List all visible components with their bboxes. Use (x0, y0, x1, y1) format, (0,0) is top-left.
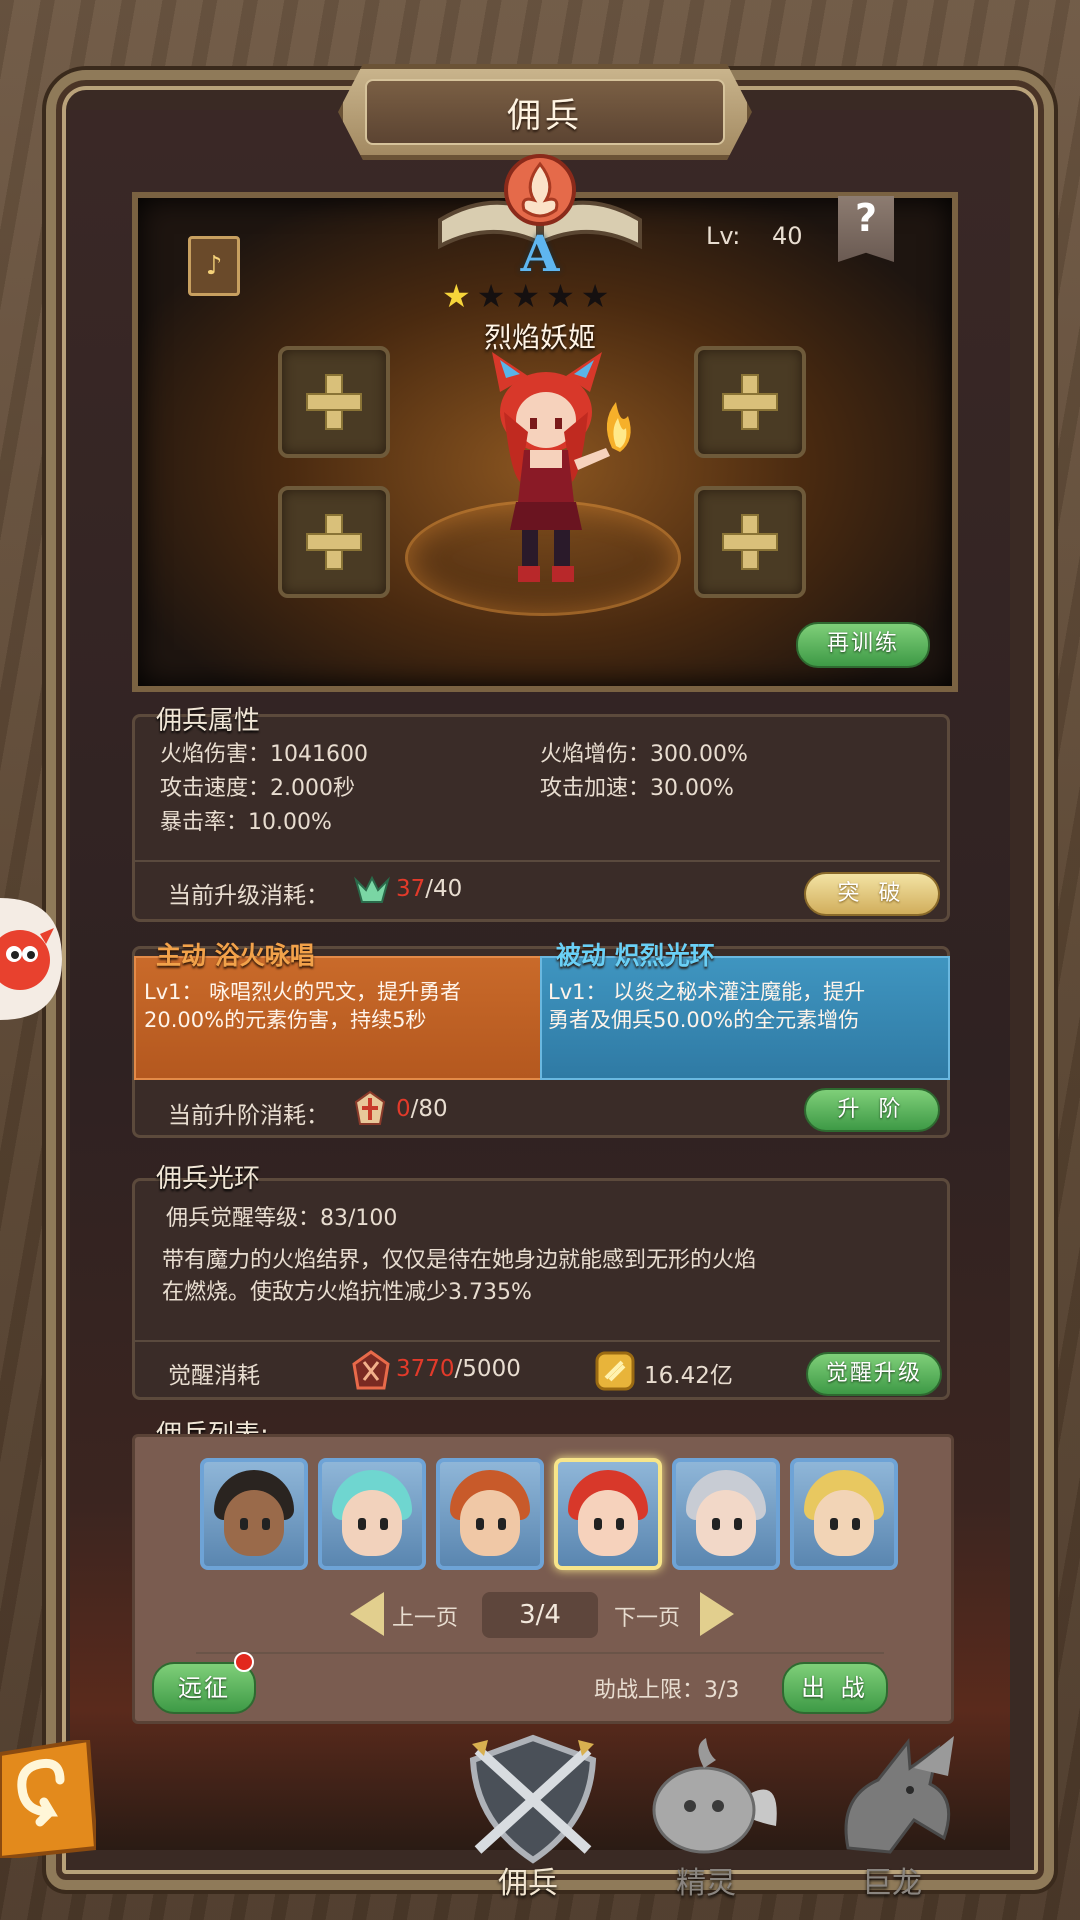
help-icon: ? (854, 196, 878, 240)
mercenary-portrait[interactable] (790, 1458, 898, 1570)
ascend-cost-value: 0/80 (396, 1096, 448, 1122)
mercenary-portrait[interactable] (672, 1458, 780, 1570)
attributes-title: 佣兵属性 (156, 706, 261, 736)
divider (134, 1340, 940, 1342)
star-empty-icon: ★ (476, 277, 506, 315)
equip-slot-top-right[interactable] (694, 346, 806, 458)
awaken-cost-value: 3770/5000 (396, 1356, 521, 1382)
divider (196, 1652, 884, 1654)
back-button[interactable] (0, 1740, 96, 1858)
plus-icon (722, 374, 778, 430)
title-plate: 佣兵 (338, 64, 752, 160)
plus-icon (306, 374, 362, 430)
next-page-button[interactable]: 下一页 (614, 1600, 680, 1632)
plus-icon (306, 514, 362, 570)
active-skill-desc-line1: Lv1： 咏唱烈火的咒文，提升勇者 (144, 980, 462, 1004)
mercenary-tab-icon (469, 1734, 597, 1864)
awaken-upgrade-button[interactable]: 觉醒升级 (806, 1352, 942, 1396)
tab-dragon[interactable]: 巨龙 (862, 1858, 922, 1902)
tab-spirit[interactable]: 精灵 (676, 1858, 736, 1902)
star-empty-icon: ★ (511, 277, 541, 315)
passive-skill-desc-line2: 勇者及佣兵50.00%的全元素增伤 (548, 1008, 860, 1032)
mercenary-portrait[interactable] (318, 1458, 426, 1570)
equip-slot-bottom-left[interactable] (278, 486, 390, 598)
star-empty-icon: ★ (580, 277, 610, 315)
retrain-button[interactable]: 再训练 (796, 622, 930, 668)
ascend-material-icon (354, 1090, 386, 1125)
plus-icon (722, 514, 778, 570)
mercenary-portrait[interactable] (436, 1458, 544, 1570)
stat-crit-rate: 暴击率：10.00% (160, 810, 332, 835)
equip-slot-bottom-right[interactable] (694, 486, 806, 598)
portrait-row (200, 1458, 898, 1570)
gold-coin-icon (595, 1351, 635, 1391)
hero-grade: A (520, 224, 560, 283)
active-skill-title: 主动 浴火咏唱 (156, 941, 315, 970)
breakthrough-button[interactable]: 突 破 (804, 872, 940, 916)
awaken-level: 佣兵觉醒等级：83/100 (166, 1206, 398, 1231)
next-page-arrow-icon[interactable] (700, 1592, 734, 1636)
star-rating: ★ ★ ★ ★ ★ (442, 280, 609, 312)
hero-name: 烈焰妖姬 (483, 321, 596, 354)
stat-fire-boost: 火焰增伤：300.00% (540, 742, 748, 767)
divider (134, 860, 940, 862)
passive-skill-desc-line1: Lv1： 以炎之秘术灌注魔能，提升 (548, 980, 866, 1004)
gold-amount: 16.42亿 (644, 1363, 733, 1389)
star-empty-icon: ★ (546, 277, 575, 315)
page-indicator: 3/4 (482, 1592, 598, 1638)
aura-desc-line1: 带有魔力的火焰结界，仅仅是待在她身边就能感到无形的火焰 (162, 1248, 757, 1273)
aura-title: 佣兵光环 (156, 1164, 261, 1194)
notification-dot (234, 1652, 254, 1672)
prev-page-button[interactable]: 上一页 (392, 1600, 458, 1632)
spirit-tab-icon (652, 1738, 777, 1854)
stat-attack-speed: 攻击速度：2.000秒 (160, 776, 355, 801)
stat-attack-accel: 攻击加速：30.00% (540, 776, 734, 801)
upgrade-cost-value: 37/40 (396, 876, 463, 902)
upgrade-material-icon (354, 875, 390, 903)
stat-fire-damage: 火焰伤害：1041600 (160, 742, 368, 767)
awaken-material-icon (352, 1350, 390, 1390)
assist-limit: 助战上限：3/3 (594, 1678, 740, 1703)
equip-slot-top-left[interactable] (278, 346, 390, 458)
upgrade-cost-label: 当前升级消耗： (168, 883, 329, 909)
deploy-button[interactable]: 出 战 (782, 1662, 888, 1714)
page-title: 佣兵 (507, 95, 583, 136)
aura-desc-line2: 在燃烧。使敌方火焰抗性减少3.735% (162, 1280, 532, 1305)
mercenary-portrait[interactable] (200, 1458, 308, 1570)
active-skill-desc-line2: 20.00%的元素伤害，持续5秒 (144, 1008, 427, 1032)
dragon-tab-icon (844, 1736, 954, 1854)
awaken-cost-label: 觉醒消耗 (168, 1363, 260, 1389)
side-mascot-button[interactable] (0, 898, 62, 1020)
passive-skill-title: 被动 炽烈光环 (556, 941, 715, 970)
lyre-book-icon[interactable]: ♪ (188, 236, 240, 296)
tab-mercenary[interactable]: 佣兵 (498, 1858, 558, 1902)
level-label: Lv: (706, 222, 741, 250)
help-button[interactable]: ? (838, 196, 894, 262)
hero-sprite (492, 352, 631, 582)
level-value: 40 (772, 222, 803, 250)
prev-page-arrow-icon[interactable] (350, 1592, 384, 1636)
ascend-cost-label: 当前升阶消耗： (168, 1103, 329, 1129)
mercenary-portrait[interactable] (554, 1458, 662, 1570)
star-filled-icon: ★ (442, 277, 471, 315)
ascend-button[interactable]: 升 阶 (804, 1088, 940, 1132)
